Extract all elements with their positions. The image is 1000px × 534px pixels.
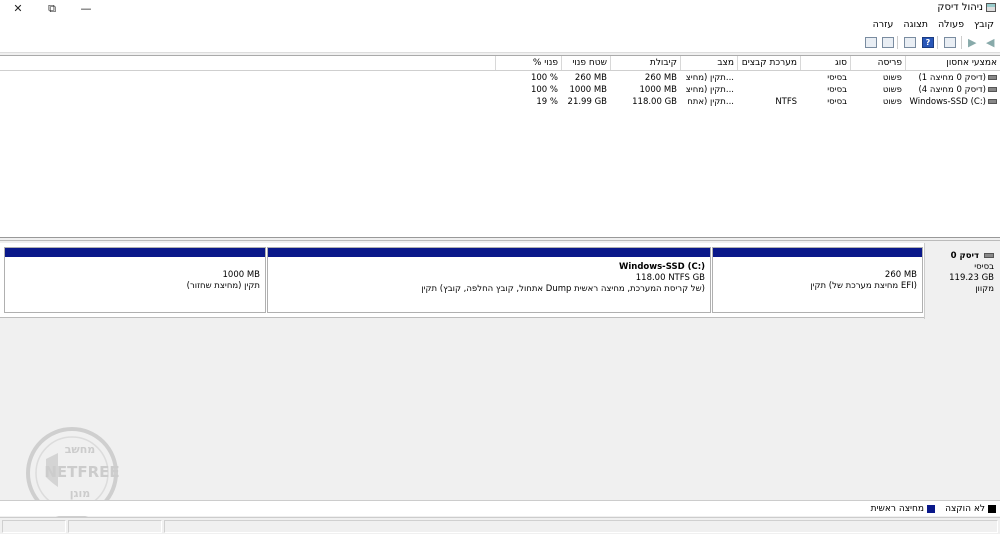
primary-partition-bar bbox=[268, 248, 710, 258]
volume-percent-free: 100 % bbox=[530, 85, 558, 95]
disk-management-icon bbox=[986, 3, 996, 12]
legend-item-primary: מחיצה ראשית bbox=[871, 504, 936, 514]
disk-list-icon[interactable] bbox=[865, 37, 877, 48]
volume-list: אמצעי אחסון פריסה סוג מערכת קבצים מצב קי… bbox=[0, 55, 1000, 238]
partition-windows-ssd[interactable]: Windows-SSD (C:) 118.00 NTFS GB תקין (את… bbox=[267, 247, 711, 313]
status-cell bbox=[164, 520, 998, 533]
partition-size: 1000 MB bbox=[222, 270, 261, 280]
watermark-brand-text: NETFREE bbox=[44, 463, 119, 481]
volume-capacity: 260 MB bbox=[644, 73, 677, 83]
primary-partition-bar bbox=[5, 248, 265, 258]
volume-file-system: NTFS bbox=[775, 97, 797, 107]
volume-name: (דיסק 0 מחיצה 1) bbox=[918, 73, 986, 83]
partition-recovery[interactable]: 1000 MB תקין (מחיצת שחזור) bbox=[4, 247, 266, 313]
column-header-layout[interactable]: פריסה bbox=[850, 56, 905, 70]
forward-arrow-icon[interactable]: ▶ bbox=[968, 37, 980, 48]
disk-status: מקוון bbox=[975, 284, 994, 294]
show-hide-console-tree-icon[interactable] bbox=[944, 37, 956, 48]
volume-free-space: 21.99 GB bbox=[567, 97, 607, 107]
legend-label: מחיצה ראשית bbox=[870, 503, 925, 514]
column-header-volume[interactable]: אמצעי אחסון bbox=[905, 56, 1000, 70]
column-header-file-system[interactable]: מערכת קבצים bbox=[737, 56, 800, 70]
primary-partition-bar bbox=[713, 248, 922, 258]
partition-status: תקין (מחיצת מערכת של EFI) bbox=[810, 281, 917, 291]
status-cell bbox=[2, 520, 66, 533]
restore-button[interactable]: ⧉ bbox=[36, 0, 68, 17]
volume-icon bbox=[988, 99, 997, 104]
column-header-type[interactable]: סוג bbox=[800, 56, 850, 70]
volume-file-system bbox=[737, 72, 800, 84]
title-bar: ✕ ⧉ — ניהול דיסק bbox=[0, 0, 1000, 17]
partition-status: תקין (אתחול, קובץ החלפה, קובץ Dump של קר… bbox=[421, 284, 705, 294]
watermark-bottom-text: מוגן bbox=[70, 487, 90, 500]
watermark-top-text: מחשב bbox=[65, 443, 96, 456]
minimize-button[interactable]: — bbox=[70, 0, 102, 17]
volume-status: תקין (מחיצ... bbox=[685, 73, 734, 83]
legend-label: לא הוקצה bbox=[945, 503, 985, 514]
volume-type: בסיסי bbox=[827, 73, 847, 83]
disk-type: בסיסי bbox=[974, 262, 994, 272]
menu-bar: קובץ פעולה תצוגה עזרה bbox=[0, 17, 1000, 32]
table-row[interactable]: (דיסק 0 מחיצה 4) פשוט בסיסי תקין (מחיצ..… bbox=[0, 84, 1000, 96]
graphical-disk-view: 260 MB תקין (מחיצת מערכת של EFI) Windows… bbox=[0, 240, 1000, 500]
volume-percent-free: 19 % bbox=[536, 97, 558, 107]
table-row[interactable]: Windows-SSD (C:) פשוט בסיסי NTFS תקין (א… bbox=[0, 96, 1000, 108]
back-arrow-icon[interactable]: ◀ bbox=[986, 37, 998, 48]
close-button[interactable]: ✕ bbox=[2, 0, 34, 17]
column-header-status[interactable]: מצב bbox=[680, 56, 737, 70]
legend-item-unallocated: לא הוקצה bbox=[945, 504, 996, 514]
status-bar bbox=[0, 517, 1000, 534]
table-row[interactable]: (דיסק 0 מחיצה 1) פשוט בסיסי תקין (מחיצ..… bbox=[0, 72, 1000, 84]
volume-layout: פשוט bbox=[882, 85, 902, 95]
rescan-disks-icon[interactable] bbox=[882, 37, 894, 48]
volume-layout: פשוט bbox=[882, 97, 902, 107]
help-icon[interactable]: ? bbox=[922, 37, 934, 48]
disk-strip: 260 MB תקין (מחיצת מערכת של EFI) Windows… bbox=[0, 243, 1000, 319]
disk-name: דיסק 0 bbox=[950, 251, 980, 261]
volume-free-space: 260 MB bbox=[574, 73, 607, 83]
menu-view[interactable]: תצוגה bbox=[903, 19, 928, 30]
column-header-free-space[interactable]: שטח פנוי bbox=[561, 56, 610, 70]
volume-layout: פשוט bbox=[882, 73, 902, 83]
volume-name: (דיסק 0 מחיצה 4) bbox=[918, 85, 986, 95]
volume-capacity: 118.00 GB bbox=[632, 97, 677, 107]
disk-icon bbox=[984, 253, 994, 258]
unallocated-swatch bbox=[988, 504, 996, 513]
partition-size: 118.00 NTFS GB bbox=[635, 273, 705, 283]
column-header-percent-free[interactable]: % פנוי bbox=[495, 56, 561, 70]
partition-name: Windows-SSD (C:) bbox=[619, 262, 705, 272]
disk-info[interactable]: דיסק 0 בסיסי 119.23 GB מקוון bbox=[924, 243, 1000, 319]
properties-icon[interactable] bbox=[904, 37, 916, 48]
volume-percent-free: 100 % bbox=[530, 73, 558, 83]
volume-type: בסיסי bbox=[827, 85, 847, 95]
volume-free-space: 1000 MB bbox=[569, 85, 608, 95]
volume-icon bbox=[988, 75, 997, 80]
window-title-area: ניהול דיסק bbox=[937, 2, 996, 13]
legend: לא הוקצה מחיצה ראשית bbox=[0, 500, 1000, 516]
volume-icon bbox=[988, 87, 997, 92]
status-cell bbox=[68, 520, 162, 533]
table-header: אמצעי אחסון פריסה סוג מערכת קבצים מצב קי… bbox=[0, 56, 1000, 71]
volume-status: תקין (אתח... bbox=[687, 97, 734, 107]
menu-file[interactable]: קובץ bbox=[974, 19, 994, 30]
toolbar: ◀ ▶ ? bbox=[0, 32, 1000, 53]
menu-help[interactable]: עזרה bbox=[873, 19, 894, 30]
window-title: ניהול דיסק bbox=[937, 2, 983, 13]
disk-size: 119.23 GB bbox=[949, 273, 994, 283]
volume-file-system bbox=[737, 84, 800, 96]
partition-size: 260 MB bbox=[884, 270, 917, 280]
primary-partition-swatch bbox=[927, 504, 936, 513]
volume-name: Windows-SSD (C:) bbox=[909, 97, 986, 107]
menu-action[interactable]: פעולה bbox=[938, 19, 964, 30]
volume-type: בסיסי bbox=[827, 97, 847, 107]
partition-efi[interactable]: 260 MB תקין (מחיצת מערכת של EFI) bbox=[712, 247, 923, 313]
column-header-capacity[interactable]: קיבולת bbox=[610, 56, 680, 70]
partition-status: תקין (מחיצת שחזור) bbox=[186, 281, 260, 291]
volume-status: תקין (מחיצ... bbox=[685, 85, 734, 95]
volume-capacity: 1000 MB bbox=[639, 85, 678, 95]
